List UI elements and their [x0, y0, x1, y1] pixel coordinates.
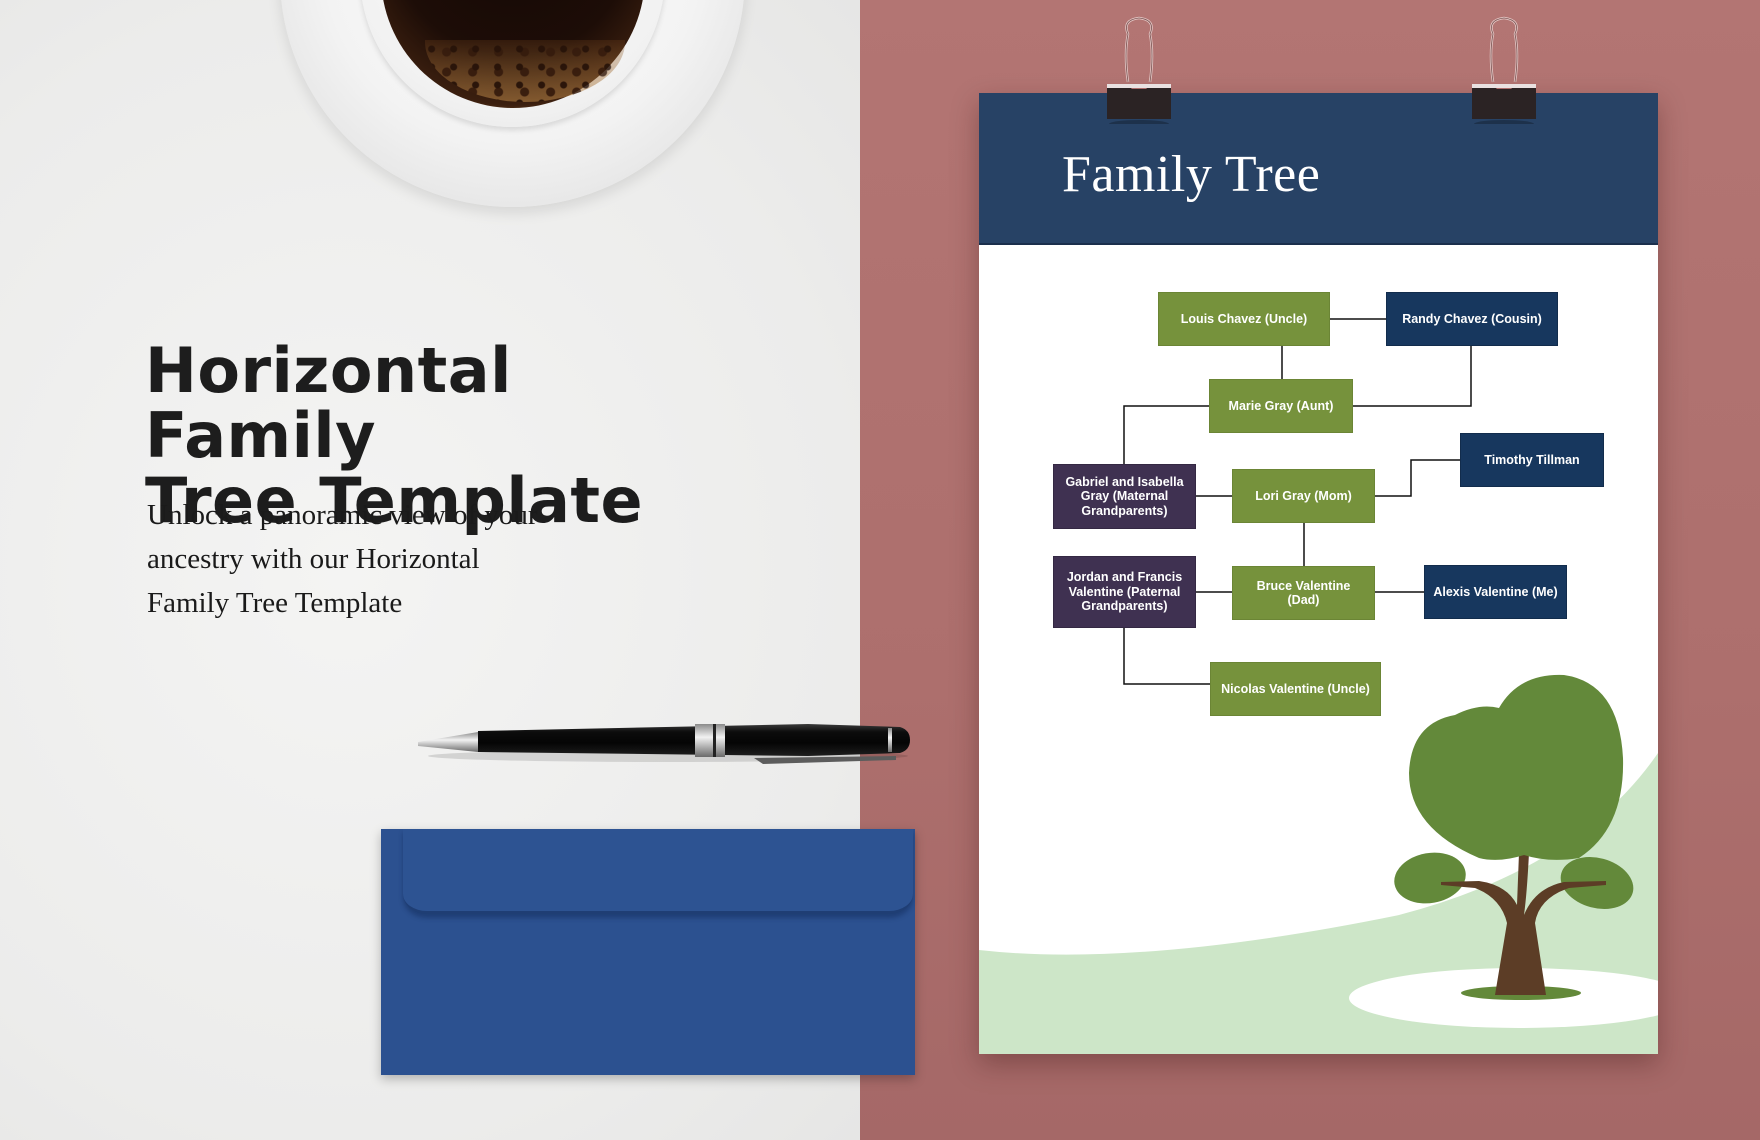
pen-icon [418, 724, 910, 764]
subtitle-line-1: Unlock a panoramic view of your [147, 499, 538, 531]
envelope-flap [403, 829, 913, 914]
left-leaf-icon [1394, 852, 1466, 904]
subtitle-line-3: Family Tree Template [147, 587, 403, 619]
promo-subtitle: Unlock a panoramic view of your ancestry… [147, 493, 647, 625]
tree-illustration [1394, 674, 1634, 1000]
headline-line-1: Horizontal Family [145, 334, 512, 472]
family-tree-poster: Family Tree Louis Chavez (Uncle) Randy C… [979, 93, 1658, 1054]
binder-clip-right-icon [1472, 16, 1536, 124]
subtitle-line-2: ancestry with our Horizontal [147, 543, 480, 575]
envelope [381, 829, 915, 1075]
binder-clip-left-icon [1107, 16, 1171, 124]
tree-canopy-icon [1409, 674, 1624, 860]
